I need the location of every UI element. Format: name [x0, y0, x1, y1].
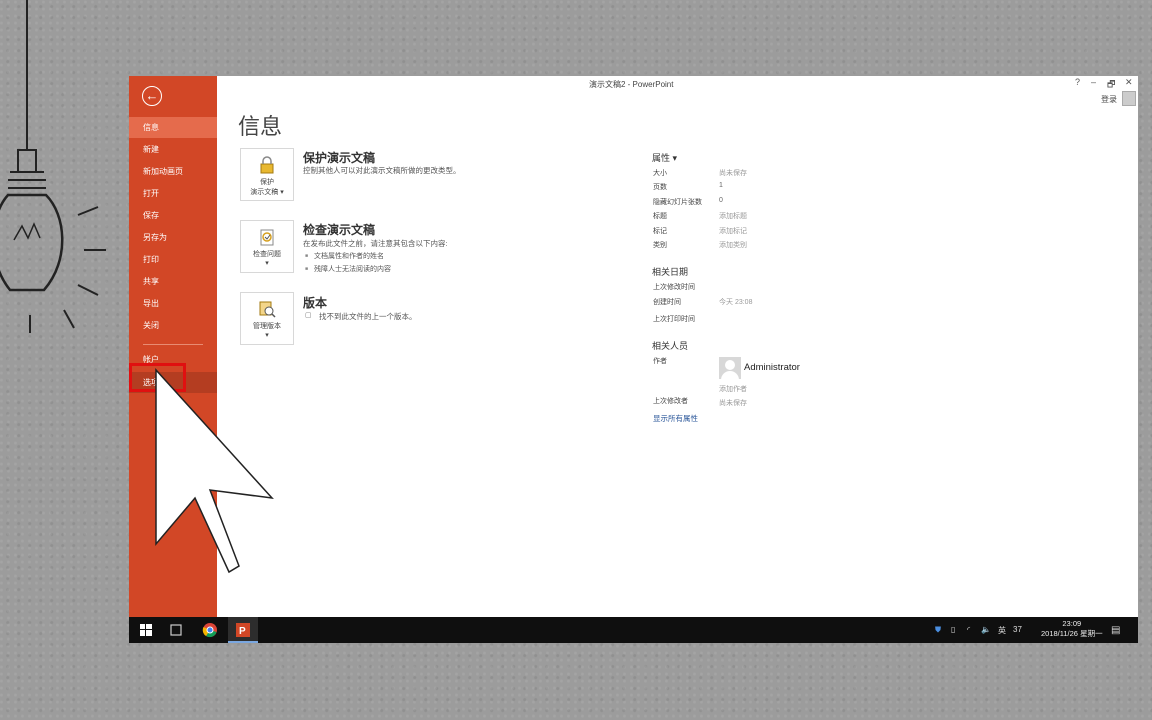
versions-button-label-1: 管理版本 [253, 323, 281, 330]
user-avatar[interactable] [1122, 91, 1136, 106]
document-icon: ▢ [305, 312, 312, 319]
powerpoint-icon: P [236, 623, 250, 637]
protect-presentation-button[interactable]: 保护 演示文稿 ▾ [240, 148, 294, 201]
clock-date: 2018/11/26 星期一 [1041, 629, 1103, 638]
back-arrow-icon[interactable]: ← [142, 86, 162, 106]
related-dates-header: 相关日期 [652, 267, 689, 277]
system-clock[interactable]: 23:09 2018/11/26 星期一 [1041, 619, 1103, 639]
prop-value-tags[interactable]: 添加标记 [719, 226, 747, 236]
properties-header[interactable]: 属性 ▾ [652, 151, 677, 164]
manage-versions-button[interactable]: 管理版本 ▾ [240, 292, 294, 345]
mouse-pointer-icon [155, 368, 274, 574]
chrome-icon[interactable] [202, 622, 218, 638]
prop-label-size: 大小 [653, 170, 667, 177]
author-name[interactable]: Administrator [744, 362, 800, 373]
versions-section-title: 版本 [303, 296, 328, 310]
clock-time: 23:09 [1062, 619, 1082, 628]
page-title: 信息 [238, 114, 283, 139]
sidebar-item-info[interactable]: 信息 [129, 117, 217, 138]
prop-value-created: 今天 23:08 [719, 299, 753, 306]
inspect-bullet-2: 残障人士无法阅读的内容 [305, 264, 391, 274]
task-view-icon[interactable] [168, 622, 184, 638]
notification-center-icon[interactable]: ▤ [1111, 625, 1120, 636]
prop-label-pages: 页数 [653, 184, 667, 191]
network-icon[interactable]: ◜ [967, 625, 970, 634]
protect-section-title: 保护演示文稿 [303, 151, 376, 165]
help-icon[interactable]: ? [1075, 77, 1080, 87]
prop-value-size: 尚未保存 [719, 170, 747, 177]
inspect-section-title: 检查演示文稿 [303, 223, 376, 237]
sidebar-item-new[interactable]: 新建 [129, 139, 217, 160]
sidebar-item-share[interactable]: 共享 [129, 271, 217, 292]
prop-label-category: 类别 [653, 242, 667, 249]
prop-label-last-modified: 上次修改时间 [653, 284, 695, 291]
related-people-header: 相关人员 [652, 341, 689, 351]
inspect-section-desc: 在发布此文件之前，请注意其包含以下内容: [303, 239, 448, 248]
battery-icon[interactable]: ▯ [951, 625, 955, 634]
sidebar-item-print[interactable]: 打印 [129, 249, 217, 270]
check-button-label-1: 检查问题 [253, 251, 281, 258]
signin-link[interactable]: 登录 [1101, 94, 1117, 105]
show-all-properties-link[interactable]: 显示所有属性 [653, 413, 698, 424]
versions-button-label-2: ▾ [265, 332, 269, 339]
input-language[interactable]: 英 [998, 625, 1006, 636]
minimize-icon[interactable]: – [1091, 77, 1096, 87]
check-for-issues-button[interactable]: 检查问题 ▾ [240, 220, 294, 273]
protect-button-label-2: 演示文稿 ▾ [250, 189, 284, 196]
versions-section-desc: 找不到此文件的上一个版本。 [319, 312, 417, 321]
prop-label-created: 创建时间 [653, 299, 681, 306]
prop-value-title[interactable]: 添加标题 [719, 211, 747, 221]
prop-value-hidden-slides: 0 [719, 197, 723, 204]
prop-label-tags: 标记 [653, 228, 667, 235]
prop-label-title: 标题 [653, 213, 667, 220]
sidebar-item-save-as[interactable]: 另存为 [129, 227, 217, 248]
powerpoint-taskbar-button[interactable]: P [228, 617, 258, 643]
volume-icon[interactable]: 🔈 [981, 625, 991, 634]
security-shield-icon[interactable]: ⛊ [935, 625, 941, 635]
inspect-bullet-1: 文档属性和作者的姓名 [305, 251, 384, 261]
sidebar-item-new-animation-page[interactable]: 新加动画页 [129, 161, 217, 182]
prop-value-last-modified-by: 尚未保存 [719, 400, 747, 407]
protect-button-label-1: 保护 [260, 179, 274, 186]
prop-value-pages: 1 [719, 182, 723, 189]
prop-label-hidden-slides: 隐藏幻灯片张数 [653, 199, 702, 206]
protect-section-desc: 控制其他人可以对此演示文稿所做的更改类型。 [303, 166, 461, 175]
lock-icon [260, 156, 274, 174]
restore-icon[interactable]: 🗗 [1107, 77, 1115, 93]
svg-text:P: P [239, 626, 246, 637]
sidebar-item-save[interactable]: 保存 [129, 205, 217, 226]
windows-start-icon[interactable] [138, 622, 154, 638]
sidebar-item-close[interactable]: 关闭 [129, 315, 217, 336]
versions-icon [259, 301, 276, 318]
author-avatar [719, 357, 741, 379]
sidebar-divider [143, 344, 203, 345]
check-button-label-2: ▾ [265, 260, 269, 267]
close-icon[interactable]: ✕ [1125, 77, 1133, 88]
inspect-document-icon [260, 229, 274, 246]
window-title: 演示文稿2 - PowerPoint [589, 80, 674, 89]
prop-label-last-printed: 上次打印时间 [653, 316, 695, 323]
prop-label-last-modified-by: 上次修改者 [653, 398, 688, 405]
sidebar-item-export[interactable]: 导出 [129, 293, 217, 314]
prop-value-category[interactable]: 添加类别 [719, 240, 747, 250]
prop-label-author: 作者 [653, 358, 667, 365]
lightbulb-illustration [0, 0, 106, 333]
add-author-link[interactable]: 添加作者 [719, 384, 747, 394]
taskbar: P ⛊ ▯ ◜ 🔈 英 37 23:09 2018/11/26 星期一 ▤ [129, 617, 1138, 643]
tray-counter[interactable]: 37 [1013, 625, 1022, 634]
sidebar-item-open[interactable]: 打开 [129, 183, 217, 204]
